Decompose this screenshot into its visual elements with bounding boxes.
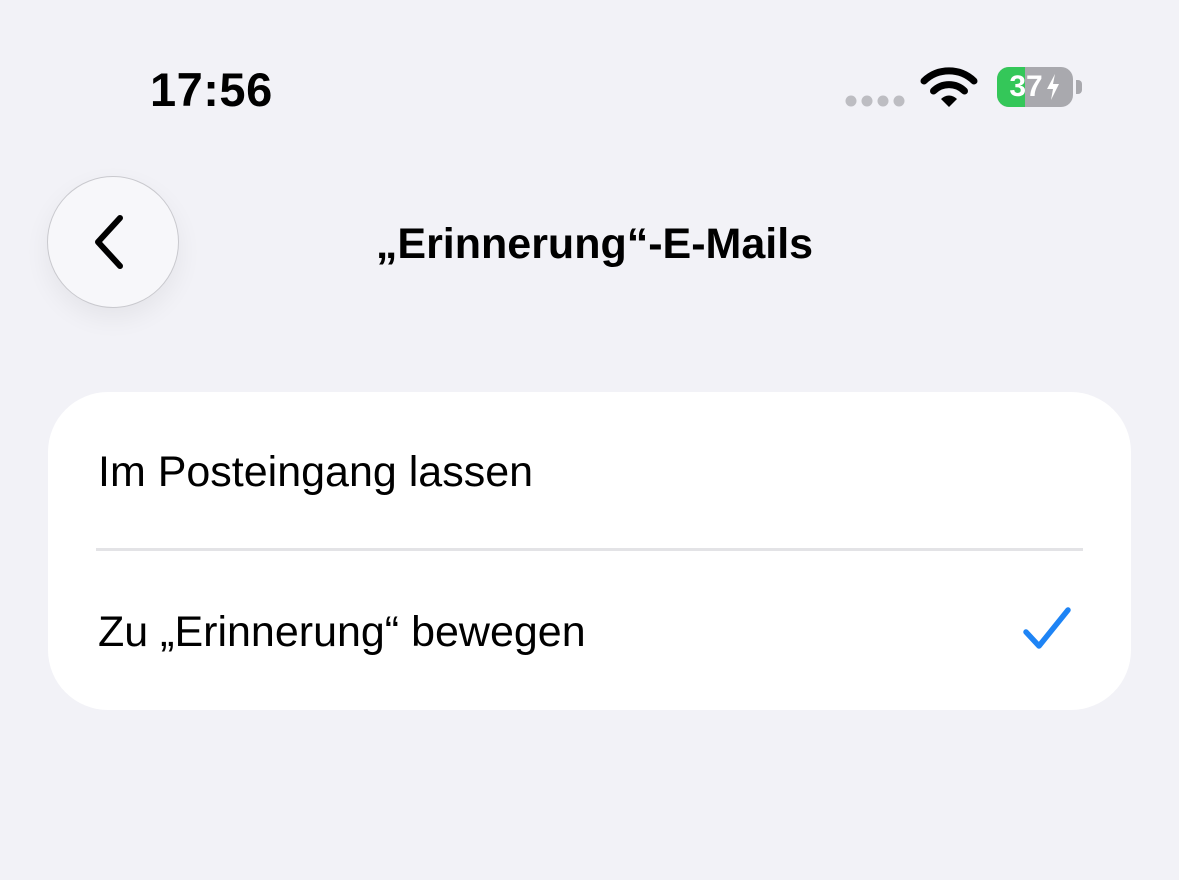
- option-keep-in-inbox[interactable]: Im Posteingang lassen: [48, 392, 1131, 549]
- option-move-to-reminder[interactable]: Zu „Erinnerung“ bewegen: [48, 552, 1131, 709]
- option-label: Zu „Erinnerung“ bewegen: [98, 608, 586, 656]
- settings-screen: 17:56 37 „Erinnerung“-E-Mails Im Postein…: [0, 0, 1179, 880]
- wifi-icon: [920, 67, 978, 107]
- battery-level-text: 37: [1009, 70, 1043, 103]
- battery-body: 37: [997, 67, 1073, 107]
- charging-bolt-icon: [1046, 74, 1059, 100]
- battery-label: 37: [997, 67, 1073, 107]
- divider: [96, 548, 1083, 551]
- status-time: 17:56: [150, 63, 273, 116]
- page-title: „Erinnerung“-E-Mails: [375, 220, 814, 268]
- option-label: Im Posteingang lassen: [98, 448, 534, 496]
- battery-cap: [1076, 80, 1082, 94]
- signal-dots-icon: [845, 95, 905, 107]
- options-card: Im Posteingang lassen Zu „Erinnerung“ be…: [48, 392, 1131, 710]
- checkmark-icon: [1023, 607, 1071, 649]
- battery-icon: 37: [997, 67, 1085, 107]
